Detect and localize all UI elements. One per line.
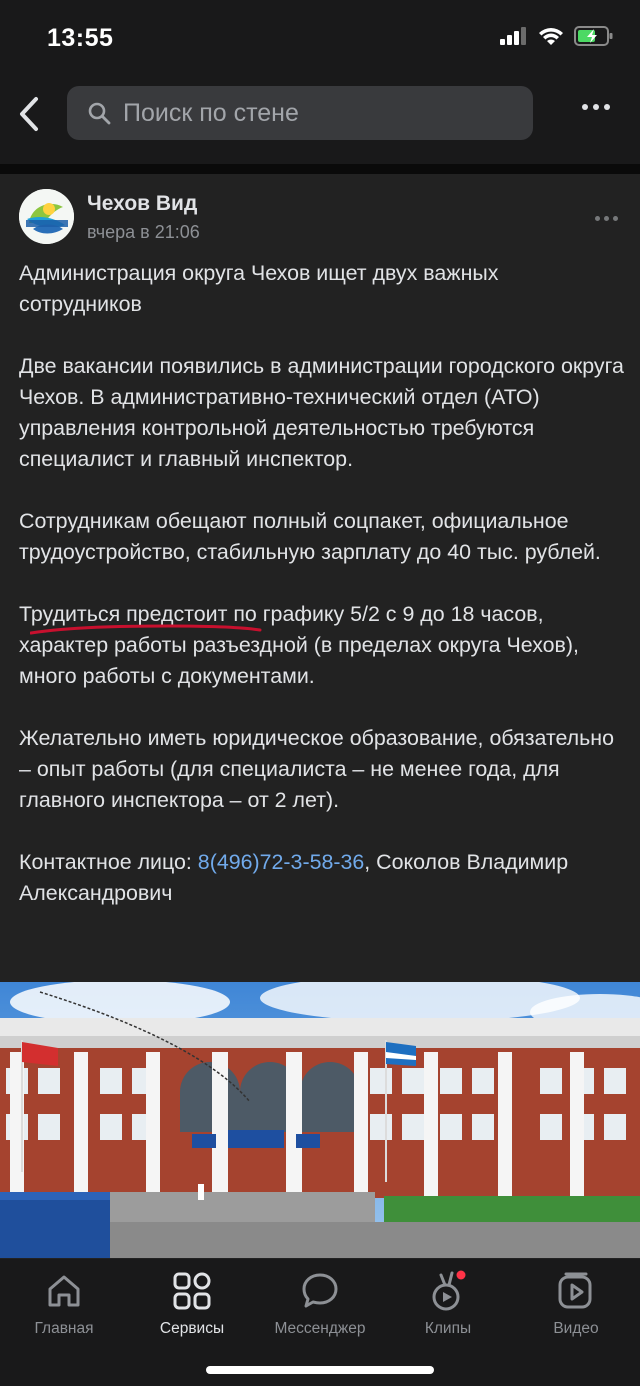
contact-prefix: Контактное лицо: (19, 850, 198, 874)
video-icon (512, 1269, 640, 1313)
contact-paragraph: Контактное лицо: 8(496)72-3-58-36, Сокол… (19, 847, 624, 909)
more-dot-icon (604, 104, 610, 110)
status-time: 13:55 (47, 24, 114, 52)
more-dot-icon (595, 216, 600, 221)
search-input[interactable]: Поиск по стене (67, 86, 533, 140)
chevron-left-icon (20, 97, 38, 131)
notification-badge (456, 1270, 466, 1280)
status-icons (500, 26, 614, 46)
tab-video[interactable]: Видео (512, 1269, 640, 1338)
more-options-button[interactable] (582, 104, 610, 110)
more-dot-icon (604, 216, 609, 221)
post-paragraph: Администрация округа Чехов ищет двух важ… (19, 261, 499, 316)
administration-building-image (0, 982, 640, 1258)
post-photo[interactable] (0, 982, 640, 1258)
home-indicator[interactable] (206, 1366, 434, 1374)
divider (0, 164, 640, 174)
tab-clips[interactable]: Клипы (384, 1269, 512, 1338)
tab-label: Главная (34, 1320, 94, 1337)
community-logo-icon (19, 189, 74, 244)
wifi-icon (539, 28, 563, 45)
post-paragraph: Желательно иметь юридическое образование… (19, 726, 615, 812)
tab-services[interactable]: Сервисы (128, 1269, 256, 1338)
post-time: вчера в 21:06 (87, 222, 200, 242)
tab-home[interactable]: Главная (0, 1269, 128, 1338)
tab-label: Видео (553, 1320, 599, 1337)
post-paragraph: Трудиться предстоит по графику 5/2 с 9 д… (19, 602, 579, 688)
status-bar: 13:55 (0, 0, 640, 76)
wall-post: Чехов Вид вчера в 21:06 Администрация ок… (0, 174, 640, 1259)
post-author[interactable]: Чехов Вид (87, 192, 197, 216)
phone-link[interactable]: 8(496)72-3-58-36 (198, 850, 364, 874)
tab-label: Сервисы (159, 1320, 225, 1337)
cellular-signal-icon (500, 27, 526, 45)
search-icon (87, 101, 111, 125)
avatar[interactable] (19, 189, 74, 244)
post-text: Администрация округа Чехов ищет двух важ… (19, 258, 624, 909)
more-dot-icon (582, 104, 588, 110)
top-bar: Поиск по стене (0, 76, 640, 164)
tab-label: Мессенджер (274, 1320, 366, 1337)
clips-icon (384, 1269, 512, 1313)
more-dot-icon (593, 104, 599, 110)
messenger-icon (256, 1269, 384, 1313)
post-more-button[interactable] (595, 216, 618, 221)
more-dot-icon (613, 216, 618, 221)
post-paragraph: Сотрудникам обещают полный соцпакет, офи… (19, 509, 601, 564)
salary-underline-mark (30, 624, 262, 635)
post-paragraph: Две вакансии появились в администрации г… (19, 354, 624, 471)
search-placeholder: Поиск по стене (123, 98, 299, 127)
back-button[interactable] (12, 94, 46, 134)
tab-label: Клипы (424, 1320, 472, 1337)
home-icon (0, 1269, 128, 1313)
services-icon (128, 1269, 256, 1313)
battery-charging-icon (574, 26, 613, 46)
tab-messenger[interactable]: Мессенджер (256, 1269, 384, 1338)
